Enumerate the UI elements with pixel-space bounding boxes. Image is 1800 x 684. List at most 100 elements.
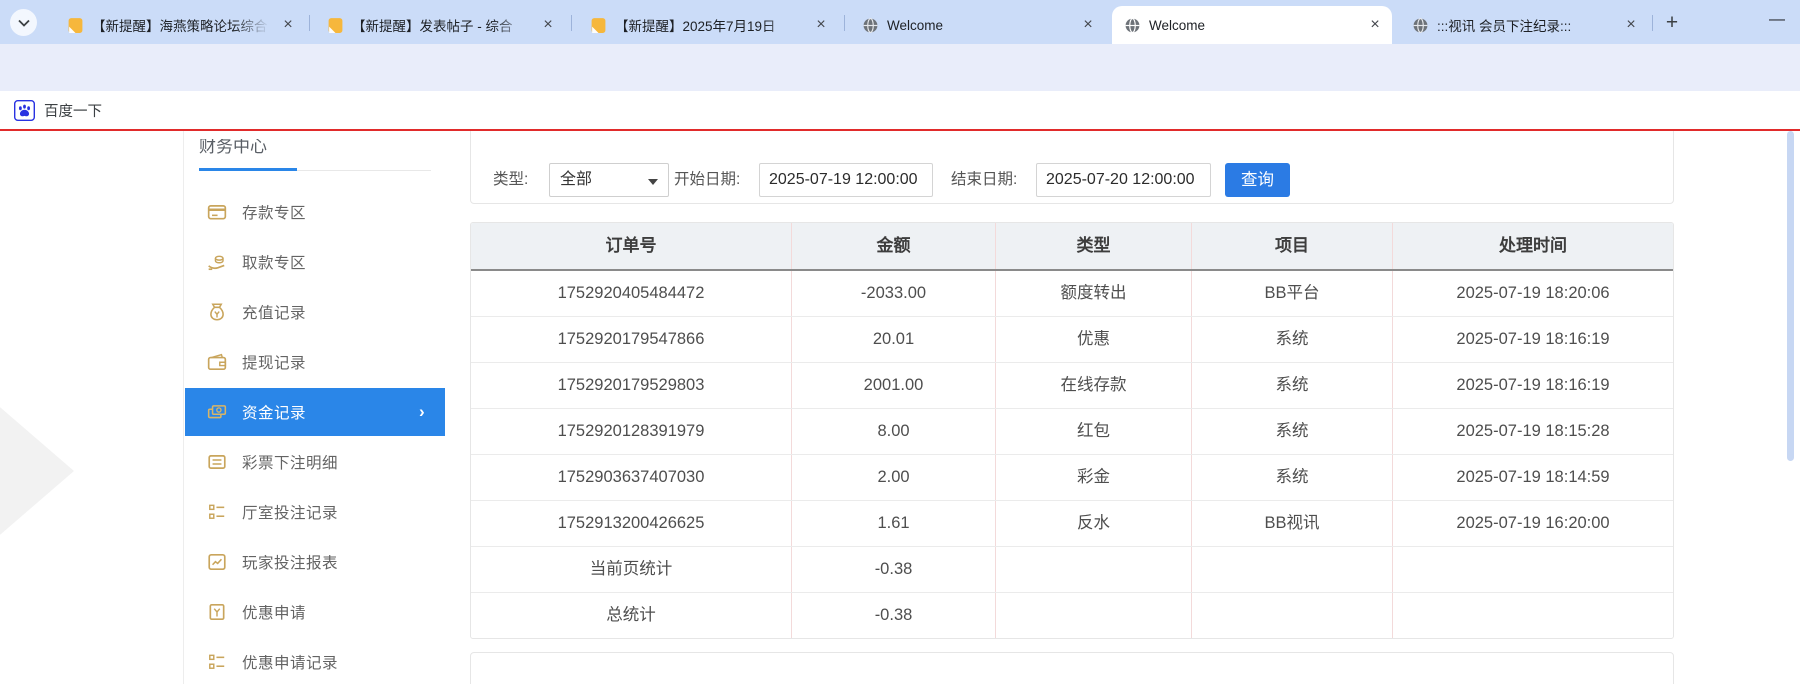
table-row: 1752920128391979 8.00 红包 系统 2025-07-19 1…	[471, 409, 1673, 455]
wallet-icon	[207, 352, 227, 372]
coupon-icon	[207, 602, 227, 622]
tab-title: :::视讯 会员下注纪录:::	[1437, 15, 1616, 35]
order-id-cell: 1752920179547866	[471, 317, 792, 362]
tab-divider	[844, 15, 845, 31]
sidebar-item-lottery-bet-details[interactable]: 彩票下注明细	[185, 440, 445, 484]
order-id-cell: 1752920128391979	[471, 409, 792, 454]
search-button[interactable]: 查询	[1225, 163, 1290, 197]
note-icon	[327, 17, 344, 34]
baidu-paw-icon	[14, 100, 35, 121]
sidebar-item-label: 提现记录	[242, 351, 306, 373]
sidebar-item-recharge-records[interactable]: 充值记录	[185, 290, 445, 334]
sidebar-item-label: 彩票下注明细	[242, 451, 338, 473]
banknotes-icon	[207, 402, 227, 422]
order-id-cell: 1752920405484472	[471, 271, 792, 316]
table-header-row: 订单号 金额 类型 项目 处理时间	[471, 223, 1673, 271]
sidebar-header-clipped: 财务中心	[199, 139, 319, 154]
chevron-right-icon: ›	[419, 402, 425, 422]
sidebar-item-promo-apply[interactable]: 优惠申请	[185, 590, 445, 634]
sidebar-item-withdraw[interactable]: 取款专区	[185, 240, 445, 284]
sidebar-item-hall-bet-records[interactable]: 厅室投注记录	[185, 490, 445, 534]
new-tab-button[interactable]: +	[1658, 10, 1686, 38]
sidebar-menu: 财务中心 存款专区 取款专区 充值记录	[185, 131, 445, 684]
project-cell: BB视讯	[1192, 501, 1393, 546]
bookmark-baidu[interactable]: 百度一下	[14, 98, 102, 122]
sidebar-header-underline	[199, 168, 297, 171]
sidebar-item-fund-records[interactable]: 资金记录 ›	[185, 388, 445, 436]
sidebar-item-withdrawal-records[interactable]: 提现记录	[185, 340, 445, 384]
money-bag-icon	[207, 302, 227, 322]
bookmark-bar: 百度一下	[0, 91, 1800, 129]
table-row: 1752920179529803 2001.00 在线存款 系统 2025-07…	[471, 363, 1673, 409]
type-cell	[996, 593, 1192, 638]
project-cell	[1192, 547, 1393, 592]
column-header: 类型	[996, 223, 1192, 269]
start-date-input[interactable]	[759, 163, 933, 197]
type-cell: 额度转出	[996, 271, 1192, 316]
sidebar-item-promo-apply-records[interactable]: 优惠申请记录	[185, 640, 445, 684]
sidebar-item-label: 充值记录	[242, 301, 306, 323]
amount-cell: 8.00	[792, 409, 996, 454]
project-cell: BB平台	[1192, 271, 1393, 316]
sidebar-item-player-bet-report[interactable]: 玩家投注报表	[185, 540, 445, 584]
tab-title: Welcome	[1149, 18, 1360, 33]
page-content: 财务中心 存款专区 取款专区 充值记录	[0, 131, 1800, 684]
tab-close-icon[interactable]: ×	[539, 17, 557, 33]
tab-close-icon[interactable]: ×	[812, 17, 830, 33]
bookmark-label: 百度一下	[44, 100, 102, 121]
type-cell: 红包	[996, 409, 1192, 454]
tab-close-icon[interactable]: ×	[1622, 17, 1640, 33]
tab-forum-1[interactable]: 【新提醒】海燕策略论坛综合 ×	[55, 6, 305, 44]
type-cell: 反水	[996, 501, 1192, 546]
amount-cell: -0.38	[792, 547, 996, 592]
page-scrollbar[interactable]	[1787, 131, 1794, 461]
tab-close-icon[interactable]: ×	[1366, 17, 1384, 33]
select-caret-icon	[648, 179, 658, 185]
sidebar-item-deposit[interactable]: 存款专区	[185, 190, 445, 234]
stat-label-cell: 当前页统计	[471, 547, 792, 592]
tab-divider	[309, 15, 310, 31]
filter-panel: 类型: 全部 开始日期: 结束日期: 查询	[470, 131, 1674, 204]
note-icon	[590, 17, 607, 34]
tab-betting-records[interactable]: :::视讯 会员下注纪录::: ×	[1400, 6, 1648, 44]
window-minimize-button[interactable]: —	[1762, 6, 1792, 36]
tab-divider	[571, 15, 572, 31]
tab-close-icon[interactable]: ×	[1079, 17, 1097, 33]
amount-cell: -2033.00	[792, 271, 996, 316]
time-cell	[1393, 593, 1673, 638]
column-header: 金额	[792, 223, 996, 269]
sidebar-item-label: 厅室投注记录	[242, 501, 338, 523]
tab-close-icon[interactable]: ×	[279, 17, 297, 33]
type-cell: 优惠	[996, 317, 1192, 362]
globe-icon	[1412, 17, 1429, 34]
table-row: 1752920179547866 20.01 优惠 系统 2025-07-19 …	[471, 317, 1673, 363]
time-cell: 2025-07-19 18:16:19	[1393, 363, 1673, 408]
tab-forum-3[interactable]: 【新提醒】2025年7月19日 ×	[578, 6, 838, 44]
table-row-page-total: 当前页统计 -0.38	[471, 547, 1673, 593]
tab-title: Welcome	[887, 18, 1073, 33]
chart-icon	[207, 552, 227, 572]
type-select-value: 全部	[560, 171, 592, 188]
tab-welcome-1[interactable]: Welcome ×	[850, 6, 1105, 44]
end-date-input[interactable]	[1036, 163, 1211, 197]
order-id-cell: 1752913200426625	[471, 501, 792, 546]
table-row: 1752920405484472 -2033.00 额度转出 BB平台 2025…	[471, 271, 1673, 317]
tab-welcome-2-active[interactable]: Welcome ×	[1112, 6, 1392, 44]
chevron-down-icon	[18, 19, 30, 27]
tab-strip: 【新提醒】海燕策略论坛综合 × 【新提醒】发表帖子 - 综合 × 【新提醒】20…	[0, 0, 1800, 44]
records-table: 订单号 金额 类型 项目 处理时间 1752920405484472 -2033…	[470, 222, 1674, 639]
tab-divider	[1652, 15, 1653, 31]
tab-title: 【新提醒】2025年7月19日	[615, 15, 806, 35]
column-header: 处理时间	[1393, 223, 1673, 269]
tab-forum-2[interactable]: 【新提醒】发表帖子 - 综合 ×	[315, 6, 565, 44]
type-select[interactable]: 全部	[549, 163, 669, 197]
order-id-cell: 1752903637407030	[471, 455, 792, 500]
tab-title: 【新提醒】海燕策略论坛综合	[92, 15, 273, 35]
project-cell: 系统	[1192, 363, 1393, 408]
browser-toolbar: ← → js13.cc/hhcp/usercenter.html?iniType…	[0, 44, 1800, 91]
time-cell: 2025-07-19 18:20:06	[1393, 271, 1673, 316]
tab-search-button[interactable]	[10, 9, 37, 36]
sidebar-item-label: 资金记录	[242, 401, 306, 423]
start-date-label: 开始日期:	[674, 163, 740, 197]
bank-card-icon	[207, 202, 227, 222]
